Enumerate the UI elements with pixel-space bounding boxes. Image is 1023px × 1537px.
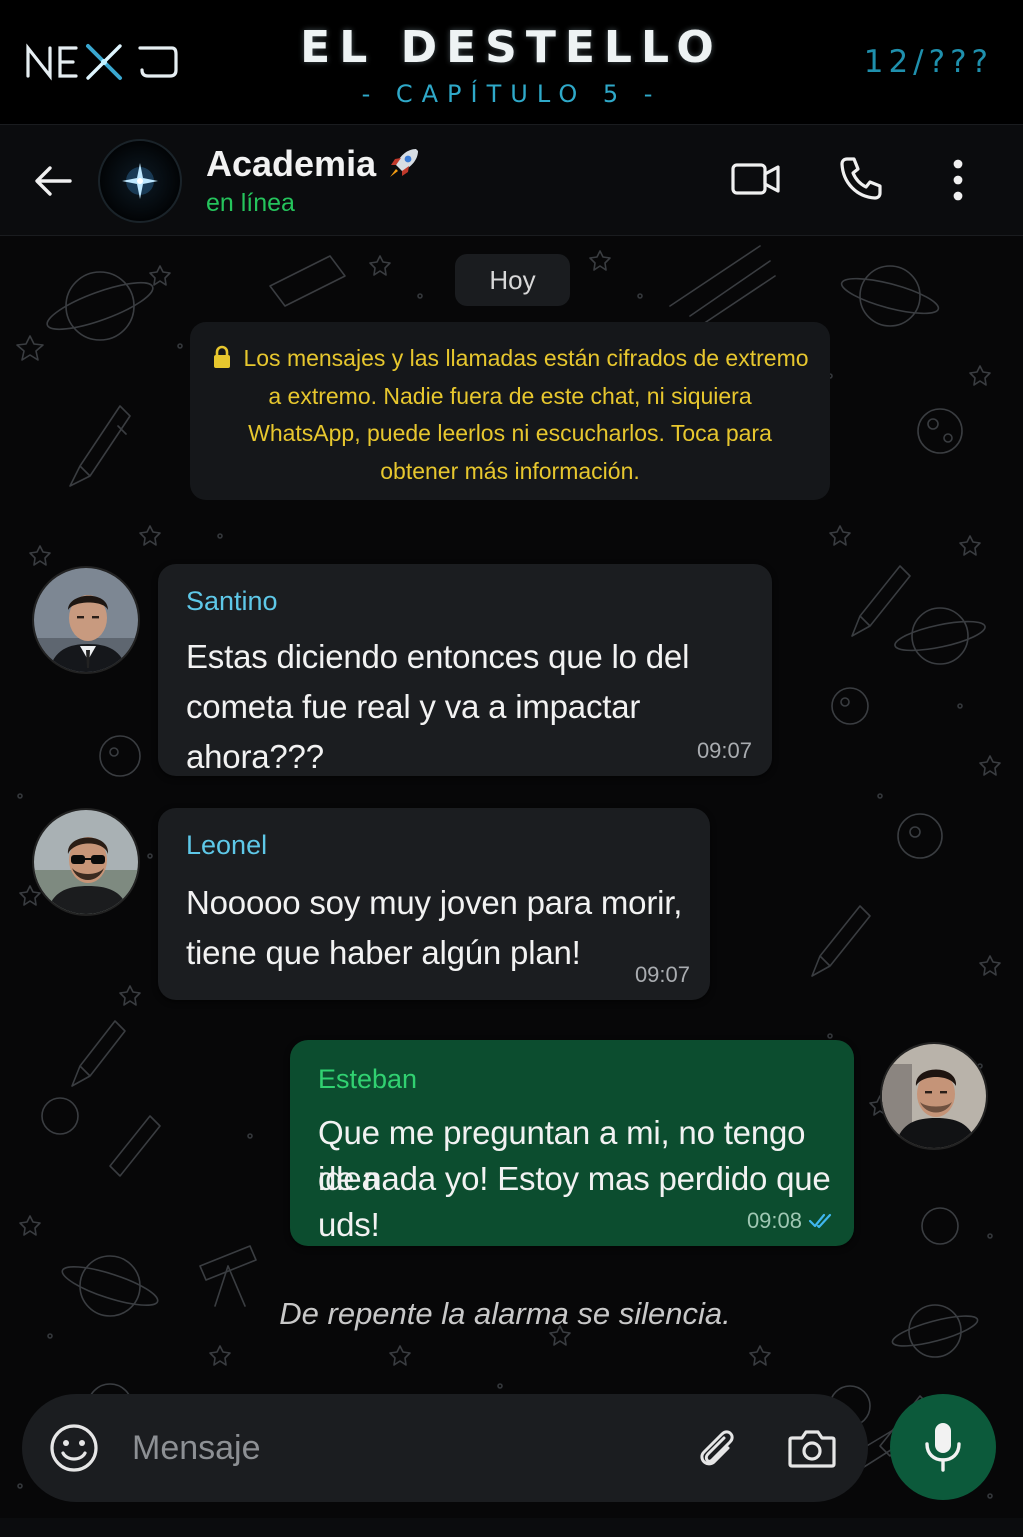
star-sparkle-icon bbox=[122, 163, 158, 199]
back-arrow-icon bbox=[35, 166, 72, 196]
voice-call-button[interactable] bbox=[838, 155, 884, 201]
more-vertical-icon bbox=[953, 159, 963, 201]
message-time: 09:08 bbox=[746, 1208, 802, 1233]
message-bubble[interactable]: Santino Estas diciendo entonces que lo d… bbox=[158, 564, 772, 776]
chat-title[interactable]: Academia bbox=[206, 143, 376, 185]
avatar-santino[interactable] bbox=[32, 566, 140, 674]
back-button[interactable] bbox=[30, 161, 78, 201]
message-sender: Esteban bbox=[318, 1064, 418, 1094]
message-text-line: de nada yo! Estoy mas perdido que uds! bbox=[318, 1160, 831, 1243]
narration-text: De repente la alarma se silencia. bbox=[279, 1296, 731, 1331]
message-composer bbox=[22, 1394, 868, 1502]
avatar-esteban[interactable] bbox=[880, 1042, 988, 1150]
microphone-icon bbox=[925, 1423, 961, 1472]
chat-header: Academia en línea bbox=[0, 124, 1023, 236]
message-sender: Santino bbox=[186, 586, 278, 616]
message-text-line: Nooooo soy muy joven para morir, bbox=[186, 884, 683, 921]
chat-area[interactable]: Hoy Los mensajes y las llamadas están ci… bbox=[0, 236, 1023, 1537]
emoji-button[interactable] bbox=[48, 1422, 100, 1474]
message-text-line: Estas diciendo entonces que lo del bbox=[186, 638, 690, 675]
message-text-line: tiene que haber algún plan! bbox=[186, 934, 581, 971]
emoji-icon bbox=[50, 1424, 98, 1472]
lock-icon bbox=[214, 345, 231, 368]
double-check-read-icon bbox=[808, 1213, 832, 1229]
encryption-notice[interactable]: Los mensajes y las llamadas están cifrad… bbox=[190, 322, 830, 500]
message-time: 09:07 bbox=[696, 738, 752, 763]
video-camera-icon bbox=[731, 163, 780, 195]
phone-icon bbox=[840, 157, 882, 200]
paperclip-icon bbox=[700, 1430, 734, 1466]
navigation-bar bbox=[0, 1518, 1023, 1537]
message-text-line: cometa fue real y va a impactar ahora??? bbox=[186, 688, 641, 775]
rocket-icon bbox=[386, 145, 422, 181]
message-input[interactable] bbox=[132, 1418, 672, 1478]
chapter-label: - CAPÍTULO 5 - bbox=[361, 80, 662, 108]
avatar-leonel[interactable] bbox=[32, 808, 140, 916]
camera-button[interactable] bbox=[786, 1424, 838, 1472]
story-header: EL DESTELLO - CAPÍTULO 5 - 12/??? bbox=[0, 0, 1023, 124]
more-options-button[interactable] bbox=[944, 157, 972, 203]
message-time: 09:07 bbox=[634, 962, 690, 987]
camera-icon bbox=[788, 1430, 836, 1468]
online-status: en línea bbox=[206, 189, 295, 217]
message-sender: Leonel bbox=[186, 830, 268, 860]
voice-message-button[interactable] bbox=[890, 1394, 996, 1500]
screen: EL DESTELLO - CAPÍTULO 5 - 12/??? Academ… bbox=[0, 0, 1023, 1537]
date-separator: Hoy bbox=[455, 254, 570, 306]
encryption-notice-text: Los mensajes y las llamadas están cifrad… bbox=[243, 345, 809, 484]
message-bubble[interactable]: Leonel Nooooo soy muy joven para morir, … bbox=[158, 808, 710, 1000]
episode-counter: 12/??? bbox=[863, 44, 993, 80]
video-call-button[interactable] bbox=[730, 159, 782, 199]
group-avatar[interactable] bbox=[98, 139, 182, 223]
attach-button[interactable] bbox=[692, 1424, 742, 1474]
message-bubble-outgoing[interactable]: Esteban Que me preguntan a mi, no tengo … bbox=[290, 1040, 854, 1246]
